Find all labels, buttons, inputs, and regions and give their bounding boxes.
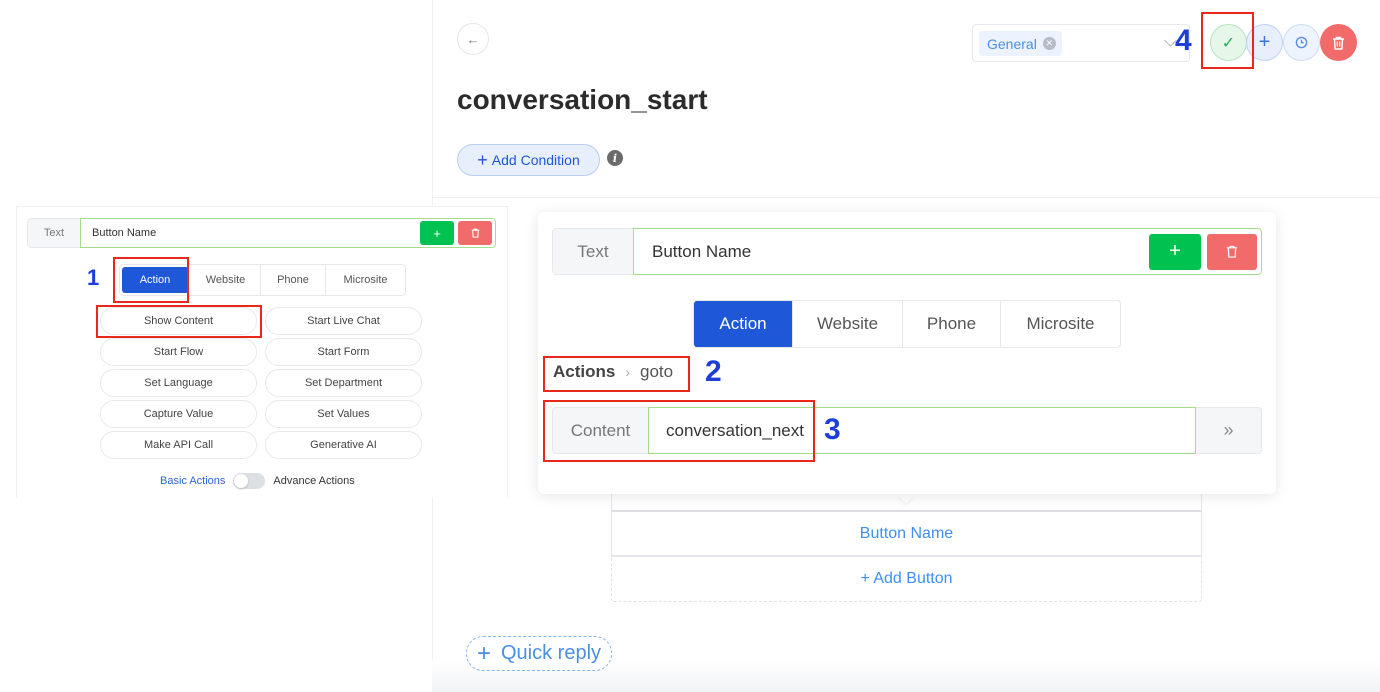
action-start-form[interactable]: Start Form <box>265 338 422 366</box>
add-condition-label: Add Condition <box>491 152 580 168</box>
double-chevron-right-icon: » <box>1223 420 1234 440</box>
action-options: Show Content Start Live Chat Start Flow … <box>100 307 422 459</box>
tag-chip-label: General <box>987 35 1037 52</box>
basic-actions-label: Basic Actions <box>160 475 226 487</box>
text-prefix-label: Text <box>552 228 633 275</box>
plus-icon: + <box>476 639 491 667</box>
add-button-link[interactable]: + Add Button <box>611 556 1202 602</box>
action-mode-toggle[interactable] <box>233 473 266 489</box>
delete-button[interactable] <box>1320 24 1357 61</box>
tab-action[interactable]: Action <box>694 301 793 347</box>
breadcrumb-actions[interactable]: Actions <box>553 362 615 382</box>
button-text-input[interactable]: Button Name + <box>633 228 1262 275</box>
action-make-api-call[interactable]: Make API Call <box>100 431 257 459</box>
action-set-values[interactable]: Set Values <box>265 400 422 428</box>
remove-tag-icon[interactable]: ✕ <box>1042 37 1056 50</box>
action-generative-ai[interactable]: Generative AI <box>265 431 422 459</box>
inset-button-text-value: Button Name <box>92 227 157 239</box>
advance-actions-label: Advance Actions <box>273 475 355 487</box>
content-input[interactable]: conversation_next <box>648 407 1196 454</box>
add-condition-button[interactable]: + Add Condition <box>457 144 600 176</box>
annotation-number-2: 2 <box>705 355 722 388</box>
add-button[interactable]: + <box>1246 24 1283 61</box>
tab-website[interactable]: Website <box>793 301 903 347</box>
trash-icon <box>1333 36 1344 50</box>
button-item[interactable]: Button Name <box>611 510 1202 556</box>
inset-text-prefix: Text <box>27 218 80 248</box>
delete-text-button[interactable] <box>1207 233 1257 270</box>
trash-icon <box>471 228 479 238</box>
action-start-flow[interactable]: Start Flow <box>100 338 257 366</box>
inset-delete-button[interactable] <box>458 221 492 245</box>
action-set-department[interactable]: Set Department <box>265 369 422 397</box>
inset-button-type-tabs: Action Website Phone Microsite <box>119 264 406 296</box>
history-button[interactable] <box>1283 24 1320 61</box>
plus-icon: + <box>433 225 441 241</box>
plus-icon: + <box>477 150 488 170</box>
inset-button-text-input[interactable]: Button Name + <box>80 218 496 248</box>
toggle-knob <box>234 474 249 488</box>
action-mode-toggle-row: Basic Actions Advance Actions <box>160 473 355 489</box>
action-capture-value[interactable]: Capture Value <box>100 400 257 428</box>
content-select-button[interactable]: » <box>1196 407 1262 454</box>
page-title: conversation_start <box>457 84 708 115</box>
button-text-row: Text Button Name + <box>552 228 1262 275</box>
annotation-number-4: 4 <box>1175 24 1192 57</box>
inset-tab-action[interactable]: Action <box>122 267 189 293</box>
tag-chip: General ✕ <box>979 31 1062 56</box>
chevron-right-icon: › <box>625 364 631 380</box>
breadcrumb: Actions › goto <box>553 362 673 382</box>
inset-tab-microsite[interactable]: Microsite <box>326 265 405 295</box>
breadcrumb-current: goto <box>640 362 674 381</box>
content-row: Content conversation_next » <box>552 407 1262 454</box>
annotation-number-1: 1 <box>87 265 100 290</box>
back-button[interactable]: ← <box>457 23 489 55</box>
button-text-value: Button Name <box>652 241 752 261</box>
add-text-button[interactable]: + <box>1149 233 1201 270</box>
tag-select[interactable]: General ✕ <box>972 24 1190 62</box>
header-divider <box>432 197 1380 198</box>
quick-reply-button[interactable]: + Quick reply <box>466 636 612 671</box>
action-show-content[interactable]: Show Content <box>100 307 257 335</box>
info-icon[interactable]: i <box>607 150 623 166</box>
save-button[interactable]: ✓ <box>1210 24 1247 61</box>
inset-tab-website[interactable]: Website <box>191 265 261 295</box>
action-set-language[interactable]: Set Language <box>100 369 257 397</box>
action-start-live-chat[interactable]: Start Live Chat <box>265 307 422 335</box>
arrow-left-icon: ← <box>466 31 480 47</box>
tab-microsite[interactable]: Microsite <box>1001 301 1120 347</box>
inset-button-text-row: Text Button Name + <box>27 218 496 248</box>
plus-icon: + <box>1169 240 1181 262</box>
inset-tab-phone[interactable]: Phone <box>261 265 326 295</box>
check-icon: ✓ <box>1221 34 1236 52</box>
clock-icon <box>1295 36 1308 49</box>
inset-add-button[interactable]: + <box>420 221 454 245</box>
trash-icon <box>1226 245 1238 258</box>
button-type-tabs: Action Website Phone Microsite <box>693 300 1121 348</box>
annotation-number-3: 3 <box>824 413 841 446</box>
content-prefix-label: Content <box>552 407 648 454</box>
tab-phone[interactable]: Phone <box>903 301 1001 347</box>
quick-reply-label: Quick reply <box>500 642 602 664</box>
plus-icon: + <box>1258 31 1271 53</box>
